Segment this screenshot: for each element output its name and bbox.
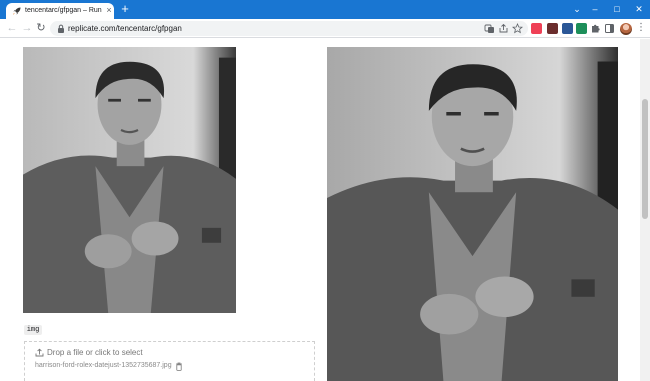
upload-icon: [35, 348, 44, 357]
back-button[interactable]: ←: [5, 21, 19, 35]
tab-title: tencentarc/gfpgan – Run with an API: [25, 7, 103, 14]
shield-extension-icon[interactable]: [547, 23, 558, 34]
browser-menu-icon[interactable]: ⋮: [636, 21, 646, 35]
forward-button[interactable]: →: [20, 21, 34, 35]
lock-icon: [58, 24, 64, 33]
scrollbar-thumb[interactable]: [642, 99, 648, 219]
share-icon[interactable]: [498, 23, 509, 34]
page-scrollbar[interactable]: [640, 39, 650, 381]
profile-avatar[interactable]: [620, 23, 632, 35]
extension-icon-3[interactable]: [562, 23, 573, 34]
close-window-button[interactable]: ✕: [628, 0, 650, 19]
url-text[interactable]: replicate.com/tencentarc/gfpgan: [68, 23, 182, 34]
file-dropzone[interactable]: Drop a file or click to select harrison-…: [24, 341, 315, 381]
img-field-label: img: [24, 325, 42, 335]
title-bar: tencentarc/gfpgan – Run with an API × + …: [0, 0, 650, 19]
maximize-button[interactable]: □: [606, 0, 628, 19]
browser-toolbar: ← → ↻ replicate.com/tencentarc/gfpgan: [0, 19, 650, 38]
address-bar[interactable]: replicate.com/tencentarc/gfpgan: [50, 21, 528, 36]
reload-button[interactable]: ↻: [34, 21, 48, 35]
extension-icon-4[interactable]: [576, 23, 587, 34]
tab-close-icon[interactable]: ×: [105, 5, 113, 16]
pocket-icon[interactable]: [531, 23, 542, 34]
selected-file-name: harrison-ford-rolex-datejust-1352735687.…: [35, 362, 172, 369]
new-tab-button[interactable]: +: [118, 2, 132, 16]
puzzle-icon[interactable]: [590, 23, 601, 34]
trash-icon[interactable]: [175, 362, 183, 371]
input-image: [23, 47, 236, 313]
browser-tab[interactable]: tencentarc/gfpgan – Run with an API ×: [6, 3, 114, 19]
translate-icon[interactable]: [484, 23, 495, 34]
side-panel-icon[interactable]: [604, 23, 615, 34]
rocket-icon: [13, 7, 21, 15]
dropzone-text: Drop a file or click to select: [47, 348, 143, 357]
output-image: [327, 47, 618, 381]
minimize-button[interactable]: –: [584, 0, 606, 19]
star-icon[interactable]: [512, 23, 523, 34]
